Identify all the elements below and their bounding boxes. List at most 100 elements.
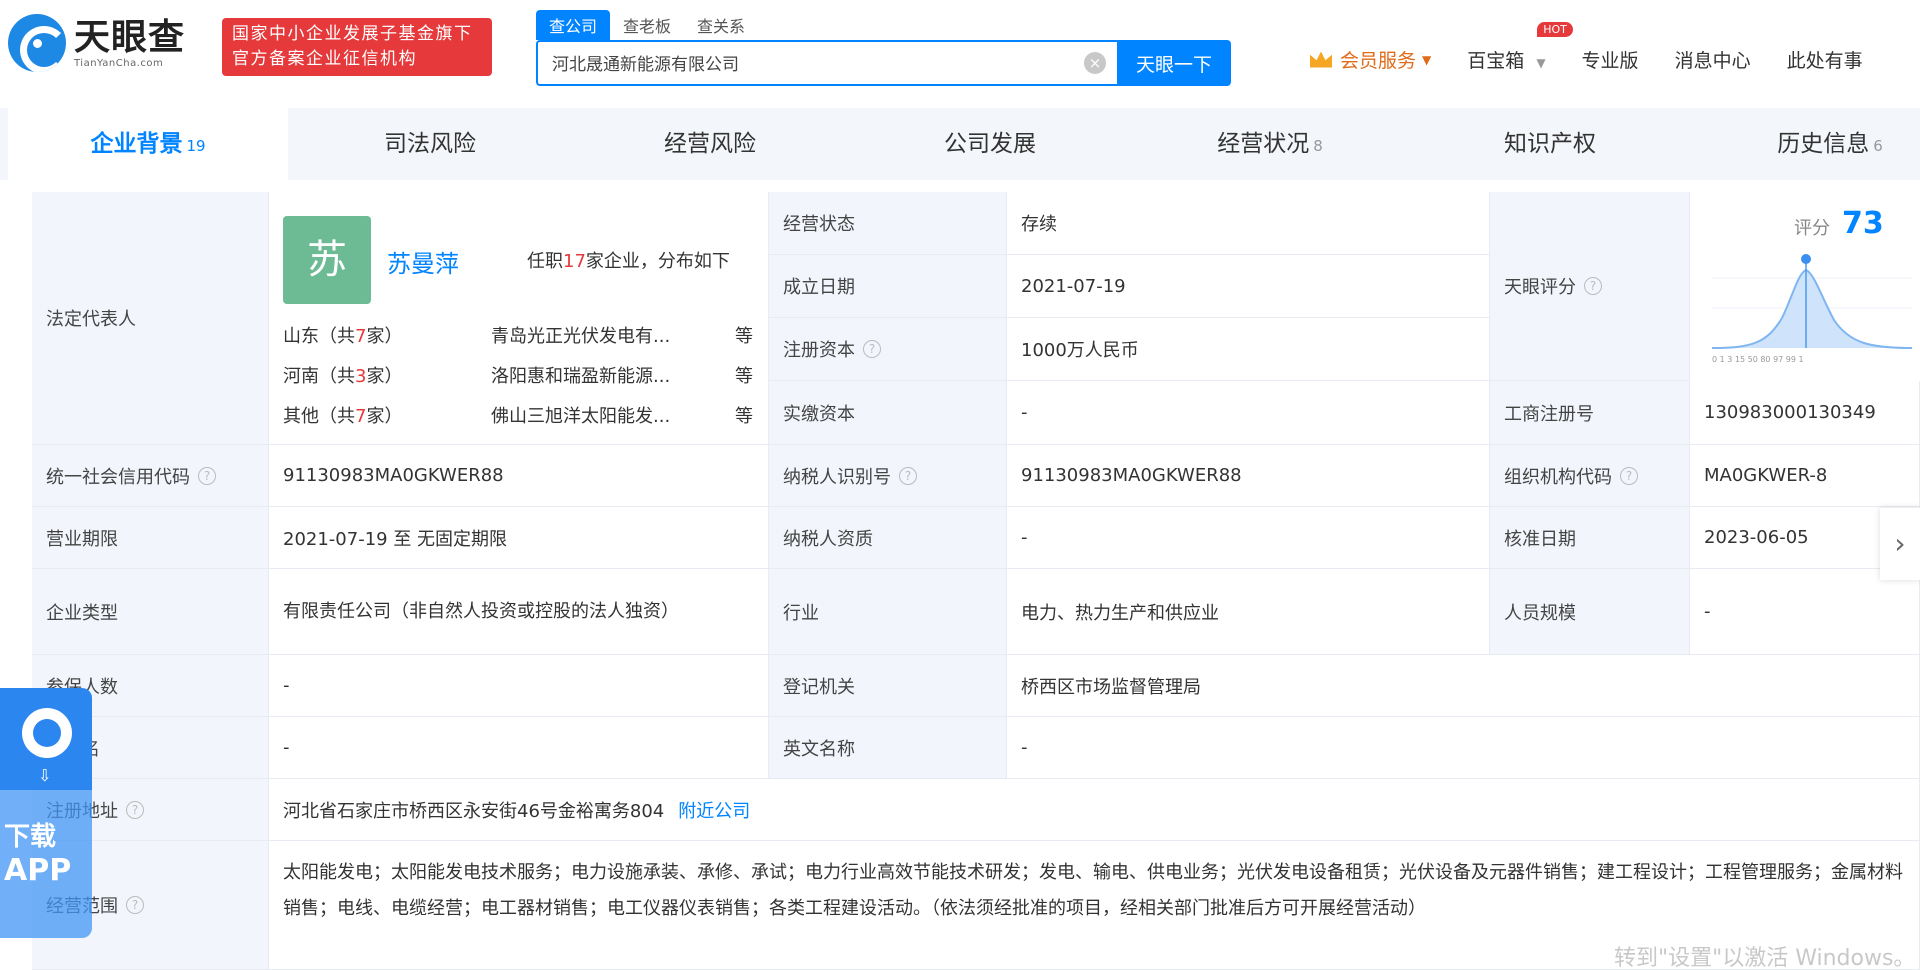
score-distribution-curve: 0 1 3 15 50 80 97 99 1 [1712, 254, 1912, 364]
status-label: 经营状态 [769, 192, 1007, 255]
org-code-value: MA0GKWER-8 [1690, 445, 1920, 507]
caret-down-icon: ▼ [1422, 52, 1432, 67]
help-icon[interactable]: ? [198, 466, 216, 485]
message-center-link[interactable]: 消息中心 [1675, 46, 1751, 73]
region-row: 山东（共7家） 青岛光正光伏发电有... 等 [283, 322, 753, 348]
reg-capital-label: 注册资本? [769, 318, 1007, 381]
chevron-right-icon[interactable]: › [1880, 508, 1920, 580]
section-tabs: 企业背景 19 司法风险 经营风险 公司发展 经营状况 8 知识产权 历史信息 6 [0, 108, 1920, 180]
tab-operating-risk[interactable]: 经营风险 [570, 108, 850, 180]
search-tab-company[interactable]: 查公司 [536, 10, 611, 40]
score-value: 73 [1842, 206, 1884, 241]
founded-value: 2021-07-19 [1007, 255, 1490, 318]
founded-label: 成立日期 [769, 255, 1007, 318]
search-tab-relation[interactable]: 查关系 [684, 10, 758, 40]
staff-size-label: 人员规模 [1490, 569, 1690, 655]
tianyan-score-label: 天眼评分? [1490, 192, 1690, 381]
help-icon[interactable]: ? [863, 340, 881, 358]
industry-label: 行业 [769, 569, 1007, 655]
legal-rep-label: 法定代表人 [32, 192, 269, 445]
former-name-value: - [269, 717, 769, 779]
authority-value: 桥西区市场监督管理局 [1007, 655, 1920, 717]
logo-subtitle: TianYanCha.com [74, 57, 164, 69]
tab-enterprise-background[interactable]: 企业背景 19 [8, 108, 288, 180]
reg-capital-value: 1000万人民币 [1007, 318, 1490, 381]
score-axis: 0 1 3 15 50 80 97 99 1 [1712, 355, 1804, 364]
industry-value: 电力、热力生产和供应业 [1007, 569, 1490, 655]
type-label: 企业类型 [32, 569, 269, 655]
region-company-link[interactable]: 青岛光正光伏发电有... [491, 322, 713, 348]
baibaoxiang-menu[interactable]: 百宝箱 ▼ HOT [1467, 22, 1573, 73]
clear-search-icon[interactable]: × [1084, 52, 1106, 74]
taxpayer-id-label: 纳税人识别号? [769, 445, 1007, 507]
download-app-float[interactable]: ⇩ 下载 APP [0, 688, 92, 938]
tab-company-development[interactable]: 公司发展 [850, 108, 1130, 180]
legal-rep-panel: 苏 苏曼萍 任职17家企业，分布如下 山东（共7家） 青岛光正光伏发电有... … [269, 192, 769, 445]
help-icon[interactable]: ? [1584, 277, 1602, 295]
term-label: 营业期限 [32, 507, 269, 569]
biz-reg-no-value: 130983000130349 [1690, 381, 1920, 445]
help-icon[interactable]: ? [1620, 466, 1638, 485]
logo-name: 天眼查 [74, 16, 186, 58]
crown-icon [1310, 51, 1332, 68]
insured-value: - [269, 655, 769, 717]
top-header: 天眼查 TianYanCha.com 国家中小企业发展子基金旗下 官方备案企业征… [0, 0, 1920, 100]
legal-rep-stat: 任职17家企业，分布如下 [527, 251, 730, 272]
tab-intellectual-property[interactable]: 知识产权 [1410, 108, 1690, 180]
avatar[interactable]: 苏 [283, 216, 371, 304]
download-label: 下载 [4, 822, 57, 852]
help-icon[interactable]: ? [126, 896, 144, 914]
paid-capital-value: - [1007, 381, 1490, 445]
caret-down-icon: ▼ [1536, 56, 1546, 70]
search-tab-boss[interactable]: 查老板 [610, 10, 684, 40]
company-info-table: 法定代表人 苏 苏曼萍 任职17家企业，分布如下 山东（共7家） 青岛光正光伏发… [32, 192, 1920, 970]
region-row: 其他（共7家） 佛山三旭洋太阳能发... 等 [283, 402, 753, 428]
approve-date-label: 核准日期 [1490, 507, 1690, 569]
taxpayer-qual-value: - [1007, 507, 1490, 569]
taxpayer-id-value: 91130983MA0GKWER88 [1007, 445, 1490, 507]
search-button[interactable]: 天眼一下 [1117, 40, 1231, 86]
address-value: 河北省石家庄市桥西区永安街46号金裕寓务804 附近公司 [269, 779, 1920, 841]
region-company-link[interactable]: 佛山三旭洋太阳能发... [491, 402, 713, 428]
tab-operating-status[interactable]: 经营状况 8 [1130, 108, 1410, 180]
term-value: 2021-07-19 至 无固定期限 [269, 507, 769, 569]
help-icon[interactable]: ? [126, 800, 144, 819]
tab-judicial-risk[interactable]: 司法风险 [290, 108, 570, 180]
app-label: APP [4, 853, 72, 888]
member-service-label: 会员服务 [1340, 50, 1417, 72]
top-nav: 会员服务 ▼ 百宝箱 ▼ HOT 专业版 消息中心 此处有事 [1310, 22, 1899, 73]
member-service-menu[interactable]: 会员服务 ▼ [1310, 46, 1431, 73]
tab-history-info[interactable]: 历史信息 6 [1690, 108, 1920, 180]
score-prefix: 评分 [1794, 218, 1830, 239]
credit-code-label: 统一社会信用代码? [32, 445, 269, 507]
status-value: 存续 [1007, 192, 1490, 255]
nearby-companies-link[interactable]: 附近公司 [678, 797, 750, 823]
credit-code-value: 91130983MA0GKWER88 [269, 445, 769, 507]
windows-activation-watermark: 转到"设置"以激活 Windows。 [1614, 946, 1916, 970]
hot-badge: HOT [1537, 22, 1573, 37]
staff-size-value: - [1690, 569, 1920, 655]
biz-reg-no-label: 工商注册号 [1490, 381, 1690, 445]
search-box: × [536, 40, 1118, 86]
paid-capital-label: 实缴资本 [769, 381, 1007, 445]
org-code-label: 组织机构代码? [1490, 445, 1690, 507]
legal-rep-name[interactable]: 苏曼萍 [387, 244, 459, 279]
baibaoxiang-label: 百宝箱 [1467, 50, 1525, 72]
taxpayer-qual-label: 纳税人资质 [769, 507, 1007, 569]
download-arrow-icon: ⇩ [38, 766, 52, 785]
region-row: 河南（共3家） 洛阳惠和瑞盈新能源... 等 [283, 362, 753, 388]
search-input[interactable] [552, 52, 1052, 72]
pro-version-link[interactable]: 专业版 [1582, 46, 1639, 73]
authority-label: 登记机关 [769, 655, 1007, 717]
search-tabs: 查公司 查老板 查关系 [536, 10, 758, 40]
english-name-label: 英文名称 [769, 717, 1007, 779]
official-badge: 国家中小企业发展子基金旗下 官方备案企业征信机构 [222, 18, 492, 76]
badge-line2: 官方备案企业征信机构 [232, 49, 417, 69]
english-name-value: - [1007, 717, 1920, 779]
region-company-link[interactable]: 洛阳惠和瑞盈新能源... [491, 362, 713, 388]
more-link[interactable]: 此处有事 [1787, 46, 1863, 73]
type-value: 有限责任公司（非自然人投资或控股的法人独资） [269, 569, 769, 655]
logo[interactable]: 天眼查 TianYanCha.com [8, 14, 185, 72]
help-icon[interactable]: ? [899, 466, 917, 485]
badge-line1: 国家中小企业发展子基金旗下 [232, 24, 473, 44]
